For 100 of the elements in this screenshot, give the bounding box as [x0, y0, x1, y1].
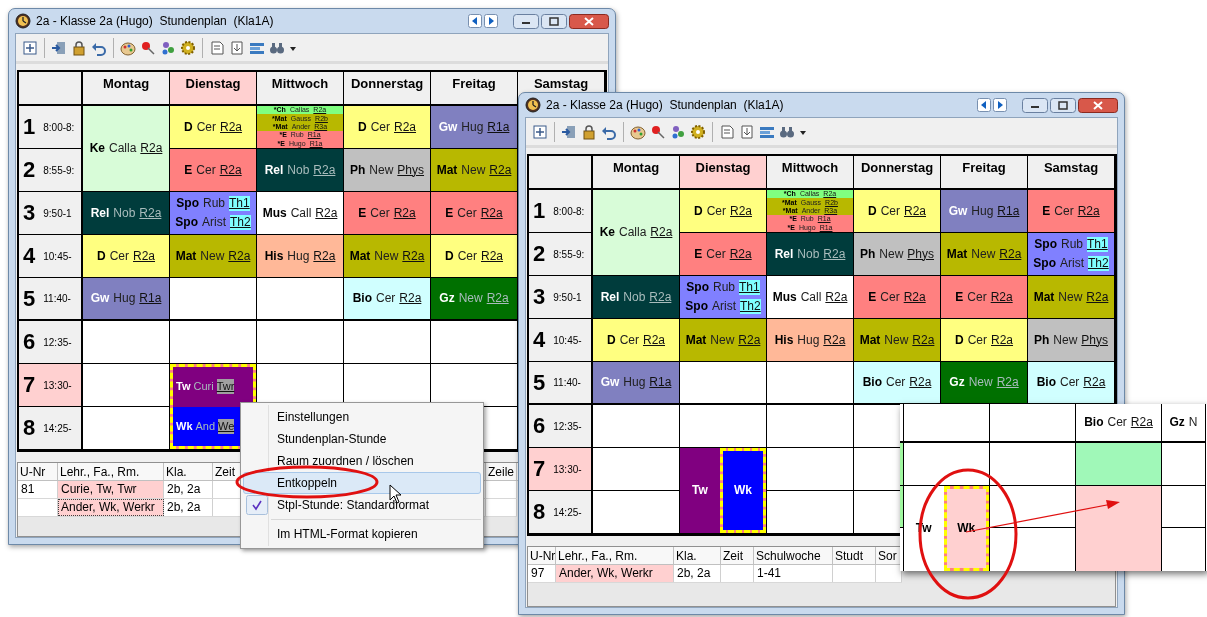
lesson-block[interactable]: E Cer R2a [1028, 190, 1114, 232]
maximize-icon[interactable] [1050, 97, 1076, 113]
timetable-slot[interactable] [593, 405, 680, 448]
table-icon[interactable] [22, 39, 38, 56]
lesson-block[interactable]: E Cer R2a [344, 192, 430, 234]
day-header[interactable]: Dienstag [183, 76, 243, 91]
lesson-block[interactable]: D Cer R2a [431, 235, 517, 277]
timetable-slot[interactable] [767, 491, 854, 534]
lock-icon[interactable] [581, 123, 597, 140]
lesson-block[interactable]: Gz New R2a [941, 362, 1027, 403]
column-header[interactable]: Zeile [486, 463, 517, 480]
day-header[interactable]: Montag [100, 76, 152, 91]
lesson-block[interactable]: Mat New R2a [1028, 276, 1114, 318]
menu-item[interactable]: Im HTML-Format kopieren [243, 523, 481, 545]
lesson-block[interactable]: Mat New R2a [344, 235, 430, 277]
menu-item[interactable]: Stpl-Stunde: Standardformat [243, 494, 481, 516]
lesson-block[interactable]: Wk [943, 486, 989, 571]
document-icon[interactable] [719, 123, 735, 140]
lesson-block[interactable]: Gw Hug R1a [431, 106, 517, 148]
next-icon[interactable] [993, 98, 1007, 112]
lesson-block[interactable]: His Hug R2a [257, 235, 343, 277]
lesson-block[interactable]: Mat New R2a [854, 319, 940, 361]
lesson-block[interactable]: D Cer R2a [593, 319, 679, 361]
lock-icon[interactable] [71, 39, 87, 56]
column-header[interactable]: Lehr., Fa., Rm. [556, 547, 674, 564]
next-icon[interactable] [484, 14, 498, 28]
lesson-block[interactable]: Rel Nob R2a [257, 149, 343, 191]
previous-icon[interactable] [977, 98, 991, 112]
import-icon[interactable] [561, 123, 577, 140]
lesson-block[interactable]: Gw Hug R1a [941, 190, 1027, 232]
lesson-block[interactable]: Ph New Phys [854, 233, 940, 275]
lesson-block[interactable]: D Cer R2a [344, 106, 430, 148]
gear-icon[interactable] [690, 123, 706, 140]
column-header[interactable]: Schulwoche [754, 547, 833, 564]
timetable-slot[interactable] [83, 321, 170, 364]
table-icon[interactable] [532, 123, 548, 140]
lesson-block[interactable]: Spo Rub Th1 Spo Arist Th2 [680, 276, 766, 318]
minimize-icon[interactable] [1022, 97, 1048, 113]
lesson-block[interactable]: Ke Calla R2a [83, 106, 169, 191]
maximize-icon[interactable] [541, 13, 567, 29]
close-icon[interactable] [569, 13, 609, 29]
palette-icon[interactable] [120, 39, 136, 56]
lesson-block[interactable]: E Cer R2a [854, 276, 940, 318]
previous-icon[interactable] [468, 14, 482, 28]
pin-icon[interactable] [650, 123, 666, 140]
lesson-block[interactable]: Ke Calla R2a [593, 190, 679, 275]
lesson-block[interactable]: Gz New R2a [431, 278, 517, 319]
lesson-block[interactable]: Mat New R2a [941, 233, 1027, 275]
lesson-block[interactable]: E Cer R2a [431, 192, 517, 234]
lesson-block[interactable]: His Hug R2a [767, 319, 853, 361]
lesson-block[interactable]: Gw Hug R1a [593, 362, 679, 403]
timetable-slot[interactable] [170, 321, 257, 364]
document-icon[interactable] [209, 39, 225, 56]
close-icon[interactable] [1078, 97, 1118, 113]
day-header[interactable]: Montag [610, 160, 662, 175]
day-header[interactable]: Samstag [531, 76, 591, 91]
day-header[interactable]: Donnerstag [348, 76, 426, 91]
lesson-block[interactable]: D Cer R2a [680, 190, 766, 232]
column-header[interactable]: Kla. [164, 463, 213, 480]
lesson-block[interactable]: Mat New R2a [431, 149, 517, 191]
timetable-slot[interactable] [83, 407, 170, 450]
lesson-block[interactable]: E Cer R2a [680, 233, 766, 275]
column-header[interactable]: Kla. [674, 547, 721, 564]
day-header[interactable]: Donnerstag [858, 160, 936, 175]
people-icon[interactable] [670, 123, 686, 140]
lesson-block[interactable]: Mat New R2a [680, 319, 766, 361]
palette-icon[interactable] [630, 123, 646, 140]
lesson-block[interactable]: Bio Cer R2a [1028, 362, 1114, 403]
lesson-block[interactable]: D Cer R2a [83, 235, 169, 277]
pin-icon[interactable] [140, 39, 156, 56]
lesson-block[interactable]: Rel Nob R2a [83, 192, 169, 234]
lesson-block[interactable]: Spo Rub Th1 Spo Arist Th2 [1028, 233, 1114, 275]
lesson-block[interactable]: Rel Nob R2a [767, 233, 853, 275]
lesson-block[interactable]: Mat New R2a [170, 235, 256, 277]
lesson-block[interactable]: Ph New Phys [1028, 319, 1114, 361]
day-header[interactable]: Freitag [450, 76, 498, 91]
column-header[interactable]: U-Nr [18, 463, 58, 480]
day-header[interactable]: Samstag [1041, 160, 1101, 175]
day-header[interactable]: Dienstag [693, 160, 753, 175]
lesson-block[interactable]: Bio Cer R2a [854, 362, 940, 403]
lesson-block[interactable]: Wk [720, 448, 766, 533]
people-icon[interactable] [160, 39, 176, 56]
lesson-block[interactable]: Bio Cer R2a [344, 278, 430, 319]
lesson-block[interactable]: D Cer R2a [170, 106, 256, 148]
lesson-block[interactable]: D Cer R2a [941, 319, 1027, 361]
lesson-block[interactable]: Rel Nob R2a [593, 276, 679, 318]
import-icon[interactable] [51, 39, 67, 56]
day-header[interactable]: Mittwoch [779, 160, 841, 175]
lesson-block[interactable]: Tw [680, 448, 720, 533]
lesson-block[interactable]: Gw Hug R1a [83, 278, 169, 319]
timetable-slot[interactable] [344, 321, 431, 364]
minimize-icon[interactable] [513, 13, 539, 29]
gear-icon[interactable] [180, 39, 196, 56]
column-header[interactable]: Lehr., Fa., Rm. [58, 463, 164, 480]
menu-item[interactable]: Entkoppeln [243, 472, 481, 494]
column-header[interactable]: U-Nr [528, 547, 556, 564]
timetable-slot[interactable] [257, 321, 344, 364]
day-header[interactable]: Mittwoch [269, 76, 331, 91]
timetable-slot[interactable] [767, 405, 854, 448]
lesson-block[interactable]: E Cer R2a [941, 276, 1027, 318]
